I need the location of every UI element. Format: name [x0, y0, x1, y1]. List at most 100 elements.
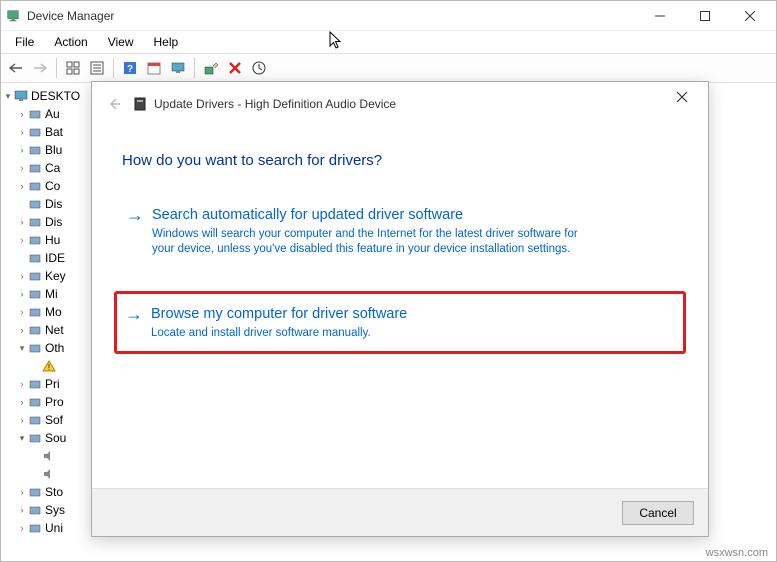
- tree-label: Sou: [45, 431, 66, 445]
- tree-item[interactable]: ›Sof: [3, 411, 89, 429]
- tree-item[interactable]: ›Bat: [3, 123, 89, 141]
- tree-label: Dis: [45, 197, 62, 211]
- device-category-icon: [27, 125, 43, 139]
- computer-icon: [13, 89, 29, 103]
- collapse-icon[interactable]: ▾: [17, 433, 27, 444]
- maximize-button[interactable]: [682, 2, 727, 30]
- update-driver-icon[interactable]: [248, 57, 270, 79]
- tree-label: Dis: [45, 215, 62, 229]
- device-manager-window: Device Manager File Action View Help ?: [0, 0, 777, 562]
- menu-action[interactable]: Action: [46, 33, 95, 51]
- tree-item[interactable]: ›Au: [3, 105, 89, 123]
- expand-icon[interactable]: ›: [17, 145, 27, 155]
- svg-text:!: !: [48, 363, 50, 372]
- tree-item[interactable]: › Net: [3, 321, 89, 339]
- update-driver-dialog: Update Drivers - High Definition Audio D…: [91, 81, 709, 537]
- close-button[interactable]: [727, 2, 772, 30]
- tree-child[interactable]: [3, 447, 89, 465]
- expand-icon[interactable]: ›: [17, 307, 27, 317]
- expand-icon[interactable]: ›: [17, 325, 27, 335]
- option-browse-computer[interactable]: → Browse my computer for driver software…: [114, 291, 686, 354]
- dialog-footer: Cancel: [92, 488, 708, 536]
- tree-label: Net: [45, 323, 64, 337]
- expand-icon[interactable]: ›: [17, 109, 27, 119]
- device-category-icon: [27, 143, 43, 157]
- tree-item[interactable]: ›Uni: [3, 519, 89, 537]
- uninstall-icon[interactable]: [224, 57, 246, 79]
- expand-icon[interactable]: ›: [17, 217, 27, 227]
- expand-icon[interactable]: ▾: [3, 91, 13, 102]
- tree-item[interactable]: ›Mo: [3, 303, 89, 321]
- window-controls: [637, 2, 772, 30]
- expand-icon[interactable]: ›: [17, 163, 27, 173]
- scan-hardware-icon[interactable]: [200, 57, 222, 79]
- tree-item[interactable]: ›Pro: [3, 393, 89, 411]
- forward-button[interactable]: [29, 57, 51, 79]
- menu-file[interactable]: File: [7, 33, 42, 51]
- tree-item[interactable]: ›Sys: [3, 501, 89, 519]
- expand-icon[interactable]: ›: [17, 415, 27, 425]
- tree-item[interactable]: IDE: [3, 249, 89, 267]
- expand-icon[interactable]: ›: [17, 289, 27, 299]
- tree-item[interactable]: Dis: [3, 195, 89, 213]
- calendar-icon[interactable]: [143, 57, 165, 79]
- menu-help[interactable]: Help: [146, 33, 187, 51]
- device-category-icon: [27, 485, 43, 499]
- help-icon[interactable]: ?: [119, 57, 141, 79]
- separator: [194, 58, 195, 78]
- sound-device-icon: [41, 449, 57, 463]
- separator: [56, 58, 57, 78]
- titlebar: Device Manager: [1, 1, 776, 31]
- tree-label: Ca: [45, 161, 60, 175]
- expand-icon[interactable]: ›: [17, 235, 27, 245]
- expand-icon[interactable]: ›: [17, 271, 27, 281]
- device-category-icon: [27, 197, 43, 211]
- tree-item[interactable]: ›Key: [3, 267, 89, 285]
- device-tree[interactable]: ▾ DESKTO ›Au›Bat›Blu›Ca›Co Dis›Dis›Hu ID…: [1, 83, 91, 561]
- device-category-icon: [27, 377, 43, 391]
- expand-icon[interactable]: ›: [17, 181, 27, 191]
- collapse-icon[interactable]: ▾: [17, 343, 27, 354]
- tree-item[interactable]: ›Pri: [3, 375, 89, 393]
- cancel-button[interactable]: Cancel: [622, 501, 694, 525]
- option-title: Search automatically for updated driver …: [152, 205, 674, 225]
- tree-item[interactable]: ›Blu: [3, 141, 89, 159]
- tree-item[interactable]: ›Co: [3, 177, 89, 195]
- show-hidden-icon[interactable]: [62, 57, 84, 79]
- tree-item[interactable]: ›Mi: [3, 285, 89, 303]
- tree-item[interactable]: ▾ Sou: [3, 429, 89, 447]
- expand-icon[interactable]: ›: [17, 379, 27, 389]
- device-category-icon: [27, 431, 43, 445]
- tree-item[interactable]: › Ca: [3, 159, 89, 177]
- tree-item[interactable]: ›Hu: [3, 231, 89, 249]
- menu-view[interactable]: View: [100, 33, 142, 51]
- device-category-icon: [27, 161, 43, 175]
- dialog-close-button[interactable]: [660, 82, 704, 112]
- expand-icon[interactable]: ›: [17, 487, 27, 497]
- dialog-body: How do you want to search for drivers? →…: [92, 126, 708, 354]
- expand-icon[interactable]: ›: [17, 127, 27, 137]
- window-title: Device Manager: [27, 9, 637, 23]
- tree-item[interactable]: ›Sto: [3, 483, 89, 501]
- back-button[interactable]: [5, 57, 27, 79]
- dialog-back-button[interactable]: [100, 90, 128, 118]
- dialog-heading: How do you want to search for drivers?: [122, 152, 678, 169]
- option-search-automatically[interactable]: → Search automatically for updated drive…: [122, 197, 678, 265]
- tree-child[interactable]: [3, 465, 89, 483]
- device-category-icon: [27, 323, 43, 337]
- tree-item[interactable]: › Dis: [3, 213, 89, 231]
- tree-label: Oth: [45, 341, 64, 355]
- expand-icon[interactable]: ›: [17, 397, 27, 407]
- expand-icon[interactable]: ›: [17, 505, 27, 515]
- tree-root[interactable]: ▾ DESKTO: [3, 87, 89, 105]
- monitor-icon[interactable]: [167, 57, 189, 79]
- tree-child[interactable]: !: [3, 357, 89, 375]
- properties-icon[interactable]: [86, 57, 108, 79]
- tree-label: IDE: [45, 251, 65, 265]
- device-category-icon: [27, 395, 43, 409]
- device-category-icon: [27, 521, 43, 535]
- tree-item[interactable]: ▾ Oth: [3, 339, 89, 357]
- sound-device-icon: [41, 467, 57, 481]
- minimize-button[interactable]: [637, 2, 682, 30]
- expand-icon[interactable]: ›: [17, 523, 27, 533]
